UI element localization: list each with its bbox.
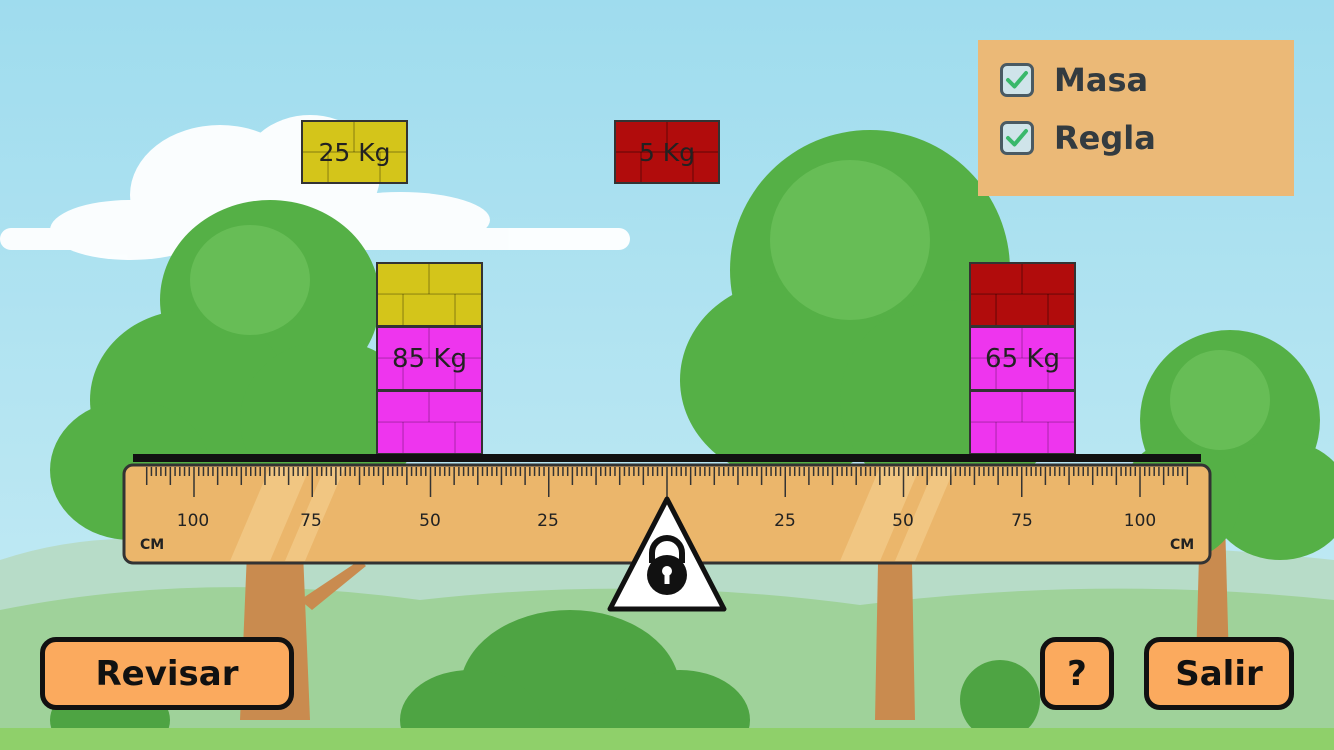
ruler-label-left-75: 75	[300, 511, 322, 531]
brick-texture	[971, 392, 1074, 453]
brick-texture	[971, 264, 1074, 325]
stack-weight-label: 85 Kg	[392, 343, 467, 374]
stack-weight-label: 65 Kg	[985, 343, 1060, 374]
options-panel: Masa Regla	[978, 40, 1294, 196]
regla-option[interactable]: Regla	[1000, 119, 1156, 157]
brick-texture	[378, 392, 481, 453]
stack-block-yellow	[376, 262, 483, 327]
fulcrum-lock-toggle[interactable]	[604, 493, 730, 615]
brick-texture	[378, 264, 481, 325]
left-stack[interactable]: 85 Kg	[376, 262, 483, 455]
ruler-label-left-25: 25	[537, 511, 559, 531]
check-icon	[1006, 129, 1028, 147]
ruler-unit-left: CM	[140, 537, 164, 553]
ruler-label-right-50: 50	[892, 511, 914, 531]
ruler-label-right-75: 75	[1011, 511, 1033, 531]
beam-bar	[133, 454, 1201, 462]
block-weight-label: 25 Kg	[318, 137, 391, 167]
block-5kg[interactable]: 5 Kg	[614, 120, 720, 184]
masa-checkbox[interactable]	[1000, 63, 1034, 97]
ruler-label-right-100: 100	[1124, 511, 1156, 531]
block-weight-label: 5 Kg	[638, 137, 696, 167]
stack-block-magenta	[376, 390, 483, 455]
block-25kg[interactable]: 25 Kg	[301, 120, 408, 184]
masa-option[interactable]: Masa	[1000, 61, 1148, 99]
ruler-unit-right: CM	[1170, 537, 1194, 553]
check-icon	[1006, 71, 1028, 89]
right-stack[interactable]: 65 Kg	[969, 262, 1076, 455]
regla-label: Regla	[1054, 119, 1156, 157]
ruler-label-left-100: 100	[177, 511, 209, 531]
help-button[interactable]: ?	[1040, 637, 1114, 710]
stack-block-magenta	[969, 390, 1076, 455]
stack-block-red	[969, 262, 1076, 327]
revisar-button[interactable]: Revisar	[40, 637, 294, 710]
ruler-label-left-50: 50	[419, 511, 441, 531]
regla-checkbox[interactable]	[1000, 121, 1034, 155]
ruler-label-right-25: 25	[774, 511, 796, 531]
salir-button[interactable]: Salir	[1144, 637, 1294, 710]
masa-label: Masa	[1054, 61, 1149, 99]
